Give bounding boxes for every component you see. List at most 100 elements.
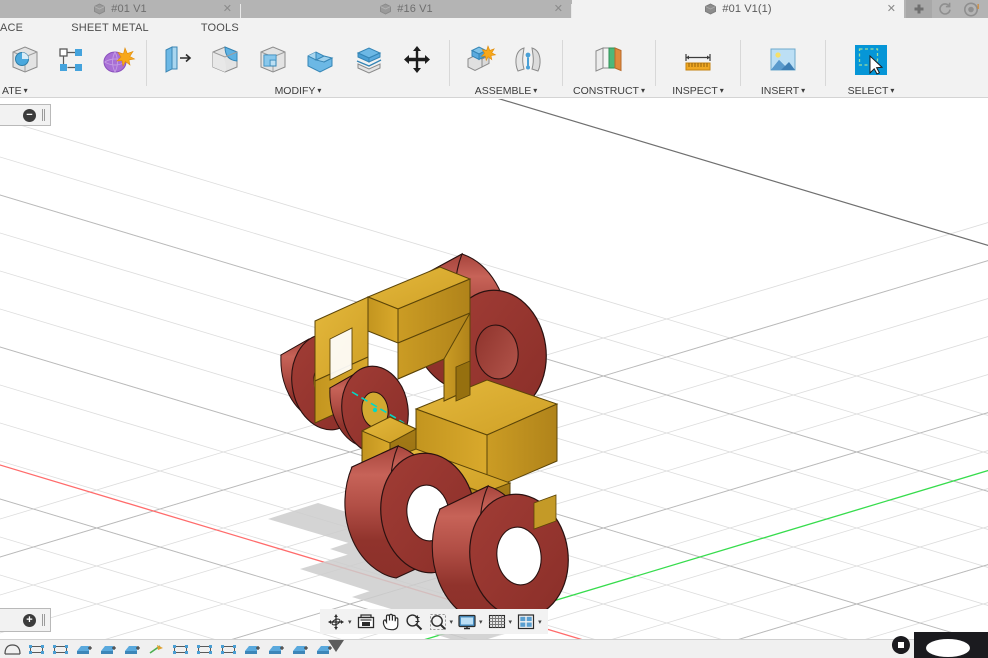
timeline-playhead[interactable] [325, 640, 347, 658]
chevron-down-icon[interactable]: ▾ [479, 618, 483, 626]
zoom-window-button[interactable]: ▾ [426, 609, 456, 634]
document-tab-close-icon[interactable]: ✕ [554, 2, 563, 16]
panel-divider [740, 40, 741, 86]
offset-plane-icon [588, 42, 626, 78]
viewport-canvas[interactable] [0, 99, 988, 639]
timeline-feature-revolve[interactable] [0, 640, 24, 658]
extrude-icon [292, 646, 308, 654]
timeline-feature-extrude[interactable] [288, 640, 312, 658]
ribbon-panel-modify: MODIFY ▾ [153, 38, 443, 97]
document-tab-label: #01 V1(1) [722, 3, 772, 15]
ribbon-panel-select-label[interactable]: SELECT ▾ [832, 85, 910, 97]
select-window-icon [851, 42, 889, 78]
ribbon-panel-assemble: ASSEMBLE ▾ [456, 38, 556, 97]
chevron-down-icon: ▾ [23, 86, 28, 95]
ribbon-panel-assemble-label[interactable]: ASSEMBLE ▾ [456, 85, 556, 97]
grid-snaps-button[interactable]: ▾ [485, 609, 515, 634]
display-settings-button[interactable]: ▾ [455, 609, 485, 634]
os-taskbar-icon[interactable] [890, 634, 912, 656]
panel-divider [562, 40, 563, 86]
orbit-button[interactable]: ▾ [324, 609, 354, 634]
ribbon-tab-surface[interactable]: ACE [0, 22, 37, 34]
tab-bar-actions [906, 0, 988, 18]
chevron-down-icon[interactable]: ▾ [450, 618, 454, 626]
document-tab-label: #16 V1 [397, 3, 433, 15]
browser-resize-grip[interactable] [42, 614, 45, 626]
ribbon-panel-create: ATE ▾ [0, 38, 140, 97]
document-tab-close-icon[interactable]: ✕ [887, 2, 896, 16]
panel-divider [825, 40, 826, 86]
panel-divider [655, 40, 656, 86]
split-face-icon [350, 42, 388, 78]
browser-resize-grip[interactable] [42, 109, 45, 121]
ribbon-panel-inspect: INSPECT ▾ [662, 38, 734, 97]
zoom-button[interactable] [402, 609, 426, 634]
ribbon-panel-construct-label[interactable]: CONSTRUCT ▾ [569, 85, 649, 97]
chevron-down-icon: ▾ [317, 86, 322, 95]
new-component-assemble-icon [461, 42, 499, 78]
chevron-down-icon[interactable]: ▾ [538, 618, 542, 626]
timeline-feature-joint[interactable] [144, 640, 168, 658]
new-tab-button[interactable] [906, 0, 932, 18]
ribbon-panel-inspect-label[interactable]: INSPECT ▾ [662, 85, 734, 97]
look-at-button[interactable] [354, 609, 378, 634]
look-at-icon [357, 613, 374, 628]
shell-icon [254, 42, 292, 78]
create-form-icon [98, 42, 136, 78]
ribbon-panel-insert: INSERT ▾ [747, 38, 819, 97]
viewport-scene [0, 99, 988, 639]
document-cube-icon [93, 3, 106, 15]
fusion-application-window: #01 V1 ✕ #16 V1 ✕ #01 V1(1) ✕ ACE SHEET … [0, 0, 988, 658]
timeline-feature-sketch[interactable] [216, 640, 240, 658]
chevron-down-icon: ▾ [533, 86, 538, 95]
sketch-icon [52, 645, 68, 654]
chevron-down-icon[interactable]: ▾ [348, 618, 352, 626]
ribbon-tab-tools[interactable]: TOOLS [163, 22, 253, 34]
document-tab-3-active[interactable]: #01 V1(1) ✕ [572, 0, 904, 18]
refresh-icon [939, 2, 951, 15]
panel-divider [146, 40, 147, 86]
viewports-button[interactable]: ▾ [514, 609, 544, 634]
ribbon-panel-create-label[interactable]: ATE ▾ [0, 85, 140, 97]
browser-expand-icon[interactable]: + [23, 613, 36, 627]
zoom-window-icon [429, 613, 446, 630]
fillet-icon [206, 42, 244, 78]
timeline-feature-extrude[interactable] [72, 640, 96, 658]
extrude-icon [268, 646, 284, 654]
sketch-icon [196, 645, 212, 654]
pan-button[interactable] [378, 609, 402, 634]
browser-panel-collapsed-top[interactable]: − [0, 104, 51, 126]
timeline-feature-extrude[interactable] [96, 640, 120, 658]
display-settings-icon [458, 614, 476, 629]
extrude-icon [244, 646, 260, 654]
document-tab-2[interactable]: #16 V1 ✕ [241, 0, 571, 18]
timeline-feature-sketch[interactable] [192, 640, 216, 658]
pan-hand-icon [382, 613, 398, 630]
refresh-button[interactable] [932, 0, 958, 18]
browser-collapse-icon[interactable]: − [23, 108, 36, 122]
view-navigation-bar: ▾ ▾ ▾ ▾ ▾ [320, 609, 548, 634]
ribbon-tab-sheet-metal[interactable]: SHEET METAL [37, 22, 163, 34]
ribbon-panel-strip: ATE ▾ MODIFY ▾ ASSEMBLE ▾ CONSTRUCT ▾ IN… [0, 38, 988, 98]
browser-panel-collapsed-bottom[interactable]: + [0, 608, 51, 632]
zoom-icon [405, 613, 422, 630]
timeline-feature-sketch[interactable] [168, 640, 192, 658]
timeline-feature-sketch[interactable] [24, 640, 48, 658]
document-tab-1[interactable]: #01 V1 ✕ [0, 0, 240, 18]
help-button[interactable] [958, 0, 984, 18]
grid-snaps-icon [488, 614, 505, 628]
document-tab-close-icon[interactable]: ✕ [223, 2, 232, 16]
ribbon-panel-insert-label[interactable]: INSERT ▾ [747, 85, 819, 97]
ribbon-panel-modify-label[interactable]: MODIFY ▾ [153, 85, 443, 97]
timeline-feature-sketch[interactable] [48, 640, 72, 658]
timeline-feature-extrude[interactable] [264, 640, 288, 658]
os-taskbar-fragment [914, 632, 988, 658]
timeline-feature-extrude[interactable] [240, 640, 264, 658]
measure-icon [679, 42, 717, 78]
document-cube-icon [379, 3, 392, 15]
timeline-bar [0, 639, 988, 658]
ribbon-panel-construct: CONSTRUCT ▾ [569, 38, 649, 97]
chevron-down-icon[interactable]: ▾ [509, 618, 513, 626]
timeline-feature-extrude[interactable] [120, 640, 144, 658]
document-cube-icon [704, 3, 717, 15]
